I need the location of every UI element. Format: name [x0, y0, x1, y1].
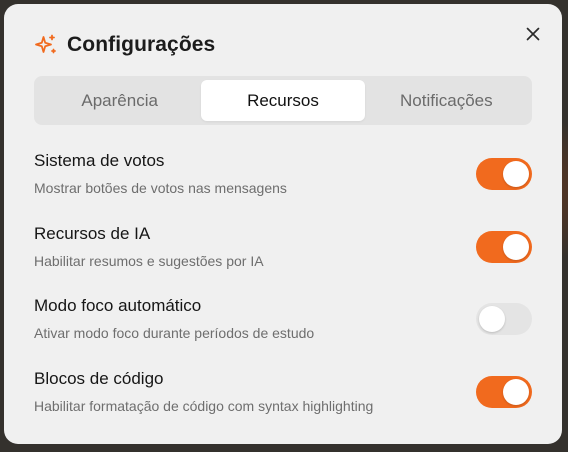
settings-dialog: Configurações Aparência Recursos Notific…	[4, 4, 562, 444]
toggle-ia[interactable]	[476, 230, 532, 263]
sparkle-icon	[34, 33, 58, 57]
toggle-foco[interactable]	[476, 303, 532, 335]
tab-bar: Aparência Recursos Notificações	[34, 76, 532, 125]
setting-row-ia: Recursos de IA Habilitar resumos e suges…	[34, 222, 532, 295]
setting-description: Ativar modo foco durante períodos de est…	[34, 325, 315, 341]
tab-notificacoes[interactable]: Notificações	[365, 80, 528, 121]
setting-row-foco: Modo foco automático Ativar modo foco du…	[34, 294, 532, 367]
dialog-title: Configurações	[67, 33, 216, 56]
setting-row-votos: Sistema de votos Mostrar botões de votos…	[34, 149, 532, 222]
setting-description: Habilitar formatação de código com synta…	[34, 397, 374, 414]
toggle-codigo[interactable]	[476, 375, 532, 408]
tab-recursos[interactable]: Recursos	[201, 80, 365, 121]
settings-list: Sistema de votos Mostrar botões de votos…	[34, 149, 532, 439]
toggle-knob	[503, 378, 529, 405]
close-button[interactable]	[522, 23, 544, 45]
toggle-knob	[479, 306, 505, 332]
toggle-votos[interactable]	[476, 158, 532, 190]
toggle-knob	[503, 233, 529, 260]
setting-title: Sistema de votos	[34, 151, 165, 170]
dialog-header: Configurações	[34, 32, 215, 58]
setting-title: Modo foco automático	[34, 296, 202, 315]
toggle-knob	[503, 161, 529, 187]
setting-description: Habilitar resumos e sugestões por IA	[34, 252, 264, 269]
setting-description: Mostrar botões de votos nas mensagens	[34, 180, 287, 196]
setting-title: Blocos de código	[34, 368, 164, 388]
tab-aparencia[interactable]: Aparência	[38, 80, 201, 121]
close-icon	[526, 27, 540, 41]
setting-title: Recursos de IA	[34, 223, 151, 243]
setting-row-codigo: Blocos de código Habilitar formatação de…	[34, 367, 532, 440]
